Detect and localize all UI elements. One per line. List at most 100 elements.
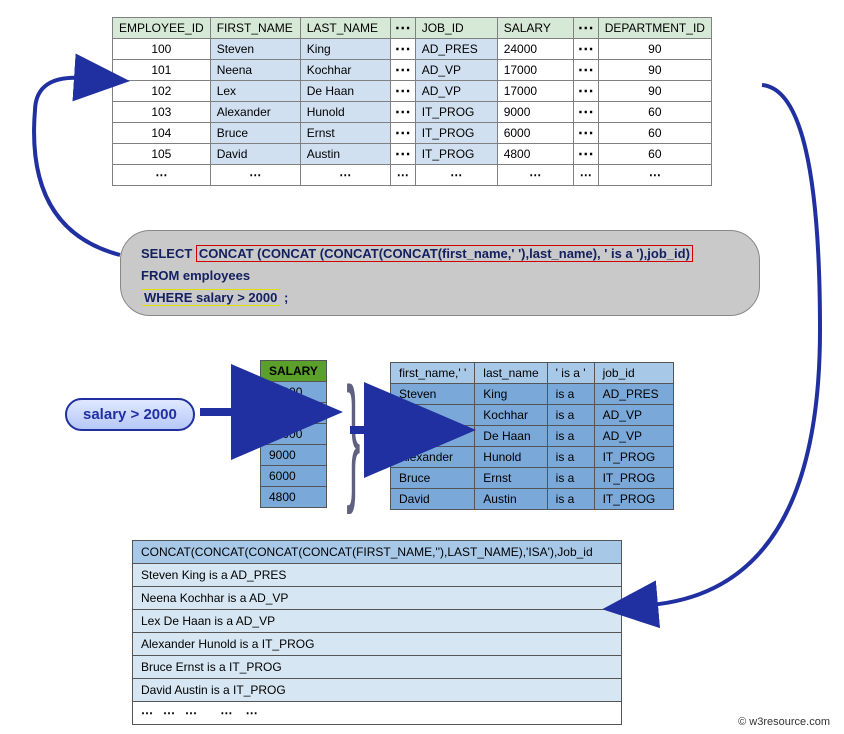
cell-department-id: 90	[598, 81, 711, 102]
cell-sep-icon: ⋯	[390, 60, 415, 81]
table-row: 17000	[261, 424, 327, 445]
cell-first-name: Lex	[391, 426, 475, 447]
cell-sep-icon: ⋯	[390, 81, 415, 102]
cell-employee-id: 102	[113, 81, 211, 102]
table-row: StevenKingis aAD_PRES	[391, 384, 674, 405]
cell-first-name: David	[210, 144, 300, 165]
table-row: Lex De Haan is a AD_VP	[133, 610, 622, 633]
table-row: Neena Kochhar is a AD_VP	[133, 587, 622, 610]
cell-department-id: 90	[598, 39, 711, 60]
table-row: 9000	[261, 445, 327, 466]
cell-last-name: Kochhar	[475, 405, 547, 426]
table-row: 102LexDe Haan⋯AD_VP17000⋯90	[113, 81, 712, 102]
table-row: LexDe Haanis aAD_VP	[391, 426, 674, 447]
cell-salary: 4800	[497, 144, 573, 165]
table-row: 100StevenKing⋯AD_PRES24000⋯90	[113, 39, 712, 60]
col-header-job-id: JOB_ID	[415, 18, 497, 39]
cell-isa: is a	[547, 447, 594, 468]
cell-salary: 24000	[497, 39, 573, 60]
cell-isa: is a	[547, 384, 594, 405]
sql-semicolon: ;	[280, 290, 288, 305]
table-row: 104BruceErnst⋯IT_PROG6000⋯60	[113, 123, 712, 144]
cell-first-name: Steven	[210, 39, 300, 60]
cell-sep-icon: ⋯	[573, 81, 598, 102]
cell-salary: 6000	[497, 123, 573, 144]
cell-result: Neena Kochhar is a AD_VP	[133, 587, 622, 610]
cell-sep-icon: ⋯	[573, 123, 598, 144]
cell-employee-id: 100	[113, 39, 211, 60]
col-sep-icon: ⋯	[573, 18, 598, 39]
table-row: 4800	[261, 487, 327, 508]
table-row: 105DavidAustin⋯IT_PROG4800⋯60	[113, 144, 712, 165]
col-header-salary: SALARY	[497, 18, 573, 39]
cell-salary: 17000	[497, 81, 573, 102]
cell-first-name: Neena	[391, 405, 475, 426]
cell-department-id: 60	[598, 144, 711, 165]
cell-first-name: Neena	[210, 60, 300, 81]
cell-last-name: Austin	[475, 489, 547, 510]
cell-isa: is a	[547, 426, 594, 447]
cell-first-name: Lex	[210, 81, 300, 102]
cell-department-id: 90	[598, 60, 711, 81]
cell-salary: 9000	[261, 445, 327, 466]
cell-salary: 6000	[261, 466, 327, 487]
cell-isa: is a	[547, 405, 594, 426]
pieces-header-jobid: job_id	[594, 363, 673, 384]
cell-employee-id: 104	[113, 123, 211, 144]
salary-filter-pill: salary > 2000	[65, 398, 195, 431]
table-row: Steven King is a AD_PRES	[133, 564, 622, 587]
cell-salary: 24000	[261, 382, 327, 403]
cell-last-name: King	[300, 39, 390, 60]
cell-department-id: 60	[598, 102, 711, 123]
salary-col-header: SALARY	[261, 361, 327, 382]
cell-sep-icon: ⋯	[390, 102, 415, 123]
cell-last-name: King	[475, 384, 547, 405]
cell-employee-id: 101	[113, 60, 211, 81]
cell-sep-icon: ⋯	[573, 39, 598, 60]
cell-first-name: Alexander	[391, 447, 475, 468]
table-row: DavidAustinis aIT_PROG	[391, 489, 674, 510]
table-row: NeenaKochharis aAD_VP	[391, 405, 674, 426]
cell-salary: 17000	[261, 403, 327, 424]
table-row: 24000	[261, 382, 327, 403]
cell-sep-icon: ⋯	[573, 144, 598, 165]
cell-job-id: AD_PRES	[594, 384, 673, 405]
cell-sep-icon: ⋯	[573, 60, 598, 81]
employees-table: EMPLOYEE_ID FIRST_NAME LAST_NAME ⋯ JOB_I…	[112, 17, 712, 186]
pieces-header-isa: ' is a '	[547, 363, 594, 384]
cell-job-id: AD_VP	[594, 405, 673, 426]
cell-result: Bruce Ernst is a IT_PROG	[133, 656, 622, 679]
cell-sep-icon: ⋯	[573, 102, 598, 123]
cell-employee-id: 105	[113, 144, 211, 165]
cell-salary: 4800	[261, 487, 327, 508]
col-header-last-name: LAST_NAME	[300, 18, 390, 39]
cell-last-name: Ernst	[300, 123, 390, 144]
sql-concat-expression: CONCAT (CONCAT (CONCAT(CONCAT(first_name…	[196, 245, 693, 262]
cell-job-id: IT_PROG	[415, 123, 497, 144]
cell-last-name: Hunold	[300, 102, 390, 123]
cell-sep-icon: ⋯	[390, 144, 415, 165]
cell-job-id: AD_VP	[594, 426, 673, 447]
table-row: Alexander Hunold is a IT_PROG	[133, 633, 622, 656]
cell-last-name: Kochhar	[300, 60, 390, 81]
cell-salary: 9000	[497, 102, 573, 123]
cell-job-id: IT_PROG	[415, 102, 497, 123]
table-row: BruceErnstis aIT_PROG	[391, 468, 674, 489]
cell-employee-id: 103	[113, 102, 211, 123]
cell-job-id: AD_VP	[415, 81, 497, 102]
result-header: CONCAT(CONCAT(CONCAT(CONCAT(FIRST_NAME,'…	[133, 541, 622, 564]
cell-first-name: Bruce	[391, 468, 475, 489]
cell-department-id: 60	[598, 123, 711, 144]
cell-result: Lex De Haan is a AD_VP	[133, 610, 622, 633]
cell-job-id: IT_PROG	[594, 489, 673, 510]
arrow-sql-to-source	[34, 78, 120, 255]
sql-from-clause: FROM employees	[141, 265, 739, 287]
cell-job-id: IT_PROG	[594, 447, 673, 468]
cell-salary: 17000	[261, 424, 327, 445]
cell-result: Steven King is a AD_PRES	[133, 564, 622, 587]
col-header-first-name: FIRST_NAME	[210, 18, 300, 39]
brace-icon: }	[346, 372, 360, 502]
cell-last-name: De Haan	[475, 426, 547, 447]
cell-first-name: Alexander	[210, 102, 300, 123]
sql-select-kw: SELECT	[141, 246, 192, 261]
